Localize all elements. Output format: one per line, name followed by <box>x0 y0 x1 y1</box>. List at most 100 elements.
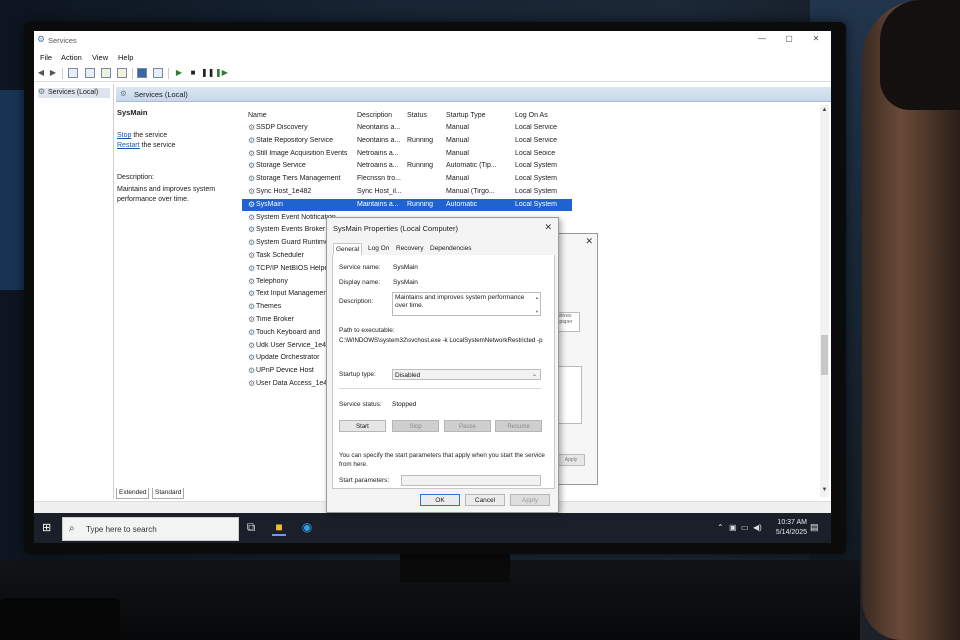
stop-icon[interactable]: ■ <box>188 68 198 78</box>
file-explorer-icon[interactable]: ■ <box>272 520 286 536</box>
scroll-up-icon[interactable]: ▲ <box>535 294 539 302</box>
menu-file[interactable]: File <box>40 53 52 62</box>
scroll-up-icon[interactable]: ▲ <box>820 107 829 116</box>
background-dialog-apply-button[interactable]: Apply <box>557 454 585 466</box>
back-arrow-icon[interactable]: ◀ <box>36 68 46 78</box>
description-box[interactable]: Maintains and improves system performanc… <box>392 292 541 316</box>
table-row[interactable]: ⚙ State Repository Service Neontains a... R… <box>242 135 572 147</box>
stop-button[interactable]: Stop <box>392 420 439 432</box>
table-row[interactable]: ⚙ Sync Host_1e482 Sync Host_il... Manual (T… <box>242 186 572 198</box>
stop-service-link[interactable]: Stop <box>117 132 131 139</box>
table-row[interactable]: ⚙ Themes <box>242 301 314 313</box>
table-row[interactable]: ⚙ Storage Tiers Management Flecnssn tro...… <box>242 173 572 185</box>
notification-icon[interactable]: ▤ <box>810 522 819 533</box>
clock[interactable]: 10:37 AM 5/14/2025 <box>767 518 807 538</box>
table-row[interactable]: ⚙ System Events Broker <box>242 224 325 236</box>
column-name[interactable]: Name <box>248 112 267 119</box>
help-icon[interactable] <box>137 68 147 78</box>
vertical-scrollbar[interactable]: ▲ ▼ <box>820 105 829 497</box>
table-row[interactable]: ⚙ Task Scheduler <box>242 250 314 262</box>
monitor-screen: ⚙ Services — ▢ ✕ File Action View Help ◀… <box>34 31 831 543</box>
forward-arrow-icon[interactable]: ▶ <box>48 68 58 78</box>
menu-view[interactable]: View <box>92 53 108 62</box>
volume-icon[interactable]: ◀) <box>753 523 762 532</box>
column-description[interactable]: Description <box>357 112 392 119</box>
pause-icon[interactable]: ❚❚ <box>201 68 214 78</box>
table-row[interactable]: ⚙ UPnP Device Host <box>242 365 314 377</box>
tab-extended[interactable]: Extended <box>116 488 150 499</box>
cell-name: State Repository Service <box>256 136 334 144</box>
tab-recovery[interactable]: Recovery <box>394 243 425 254</box>
title-bar[interactable]: ⚙ Services — ▢ ✕ <box>34 31 831 49</box>
table-row[interactable]: ⚙ Still Image Acquisition Events Netroains… <box>242 148 572 160</box>
person-hair <box>880 0 960 110</box>
task-view-icon[interactable]: ⧉ <box>244 520 258 534</box>
cell-desc: Neontains a... <box>357 124 401 131</box>
scroll-down-icon[interactable]: ▼ <box>820 487 829 496</box>
scroll-down-icon[interactable]: ▼ <box>535 308 539 316</box>
description-pane: SysMain Stop the service Restart the ser… <box>116 103 244 495</box>
search-icon: ⌕ <box>69 523 75 534</box>
refresh-icon[interactable] <box>101 68 111 78</box>
table-row[interactable]: ⚙ SSDP Discovery Neontains a... Manual Local… <box>242 122 572 134</box>
description-label: Description: <box>339 298 374 305</box>
chevron-up-icon[interactable]: ⌃ <box>717 523 724 532</box>
startup-type-label: Startup type: <box>339 371 376 378</box>
scroll-thumb[interactable] <box>821 335 828 375</box>
table-row[interactable]: ⚙ TCP/IP NetBIOS Helper <box>242 263 331 275</box>
minimize-button[interactable]: — <box>752 34 772 43</box>
column-log-on-as[interactable]: Log On As <box>515 112 548 119</box>
monitor-stand <box>400 552 510 582</box>
console-tree-icon[interactable] <box>68 68 78 78</box>
column-status[interactable]: Status <box>407 112 427 119</box>
properties-icon[interactable] <box>85 68 95 78</box>
start-parameters-input[interactable] <box>401 475 541 486</box>
restart-service-link[interactable]: Restart <box>117 142 140 149</box>
tree-item-services-local[interactable]: ⚙ Services (Local) <box>38 88 110 98</box>
close-icon[interactable]: ✕ <box>544 222 552 233</box>
gear-icon: ⚙ <box>248 302 256 312</box>
resume-button[interactable]: Resume <box>495 420 542 432</box>
gear-icon: ⚙ <box>248 238 256 248</box>
table-row[interactable]: ⚙ Telephony <box>242 276 314 288</box>
edge-browser-icon[interactable]: ◉ <box>300 520 314 534</box>
tab-dependencies[interactable]: Dependencies <box>428 243 474 254</box>
tab-log-on[interactable]: Log On <box>366 243 391 254</box>
windows-start-icon[interactable]: ⊞ <box>42 522 54 534</box>
table-row[interactable]: ⚙ Text Input Management <box>242 288 329 300</box>
network-icon[interactable]: ▣ <box>729 523 737 532</box>
table-row[interactable]: ⚙ Storage Service Netroains a... Running Aut… <box>242 160 572 172</box>
table-row[interactable]: ⚙ Touch Keyboard and <box>242 327 320 339</box>
table-row[interactable]: ⚙ SysMain Maintains a... Running Automatic Lo… <box>242 198 572 211</box>
display-icon[interactable]: ▭ <box>741 523 749 532</box>
maximize-button[interactable]: ▢ <box>779 34 799 43</box>
table-row[interactable]: ⚙ Udk User Service_1e48 <box>242 340 330 352</box>
export-icon[interactable] <box>117 68 127 78</box>
tab-standard[interactable]: Standard <box>152 488 185 499</box>
start-button[interactable]: Start <box>339 420 386 432</box>
show-hide-icon[interactable] <box>153 68 163 78</box>
panel-header-title: Services (Local) <box>134 90 188 99</box>
table-row[interactable]: ⚙ System Event Notification <box>242 212 336 224</box>
close-button[interactable]: ✕ <box>806 34 826 43</box>
cancel-button[interactable]: Cancel <box>465 494 505 506</box>
menu-action[interactable]: Action <box>61 53 82 62</box>
ok-button[interactable]: OK <box>420 494 460 506</box>
taskbar-search[interactable]: ⌕ Type here to search <box>62 517 239 541</box>
startup-type-select[interactable]: Disabled ⌄ <box>392 369 541 380</box>
table-row[interactable]: ⚙ Update Orchestrator <box>242 352 319 364</box>
menu-help[interactable]: Help <box>118 53 133 62</box>
table-row[interactable]: ⚙ System Guard Runtime <box>242 237 329 249</box>
apply-button[interactable]: Apply <box>510 494 550 506</box>
column-startup-type[interactable]: Startup Type <box>446 112 486 119</box>
table-row[interactable]: ⚙ Time Broker <box>242 314 314 326</box>
pause-button[interactable]: Pause <box>444 420 491 432</box>
cell-name: Storage Service <box>256 162 306 170</box>
restart-icon[interactable]: ❚▶ <box>215 68 228 78</box>
play-icon[interactable]: ▶ <box>174 68 184 78</box>
close-icon[interactable]: ✕ <box>585 236 593 247</box>
gear-icon: ⚙ <box>38 87 46 96</box>
cell-startup: Automatic (Tip... <box>446 162 497 170</box>
console-tree: ⚙ Services (Local) <box>35 84 114 499</box>
table-row[interactable]: ⚙ User Data Access_1e48 <box>242 378 331 390</box>
